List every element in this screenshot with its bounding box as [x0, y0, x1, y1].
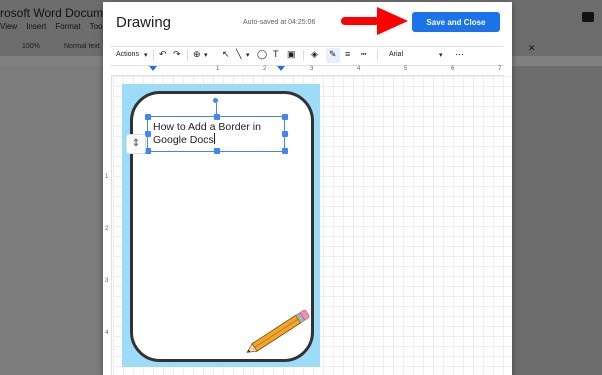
red-arrow-icon: [341, 7, 408, 35]
